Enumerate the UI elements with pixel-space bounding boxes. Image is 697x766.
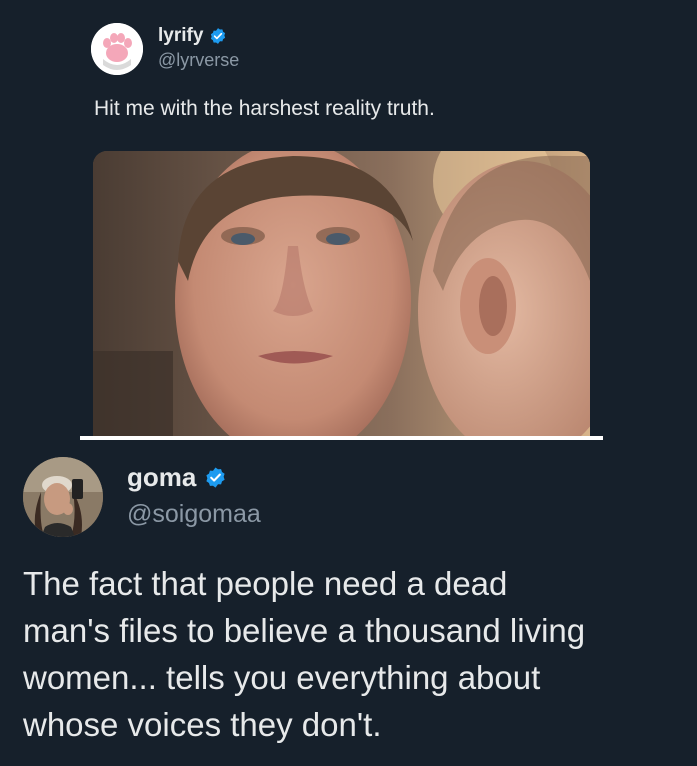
media-divider: [80, 436, 603, 440]
author-handle[interactable]: @lyrverse: [158, 50, 239, 71]
tweet-text-line: The fact that people need a dead: [23, 565, 508, 602]
verified-badge-icon: [209, 27, 227, 45]
paw-print-icon: [91, 23, 143, 75]
tweet-text: Hit me with the harshest reality truth.: [94, 97, 435, 120]
tweet-text-line: whose voices they don't.: [23, 706, 382, 743]
tweet-text: The fact that people need a dead man's f…: [23, 560, 683, 748]
tweet-image[interactable]: [93, 151, 590, 436]
verified-badge-icon: [204, 466, 227, 489]
post-screenshot: lyrify @lyrverse Hit me with the harshes…: [0, 0, 697, 766]
author-handle[interactable]: @soigomaa: [127, 500, 261, 529]
author-name[interactable]: lyrify: [158, 25, 203, 47]
author-name[interactable]: goma: [127, 462, 196, 493]
photo-two-men: [93, 151, 590, 436]
avatar[interactable]: [91, 23, 143, 75]
selfie-avatar: [23, 457, 103, 537]
tweet-text-line: women... tells you everything about: [23, 659, 541, 696]
tweet-text-line: man's files to believe a thousand living: [23, 612, 586, 649]
avatar[interactable]: [23, 457, 103, 537]
